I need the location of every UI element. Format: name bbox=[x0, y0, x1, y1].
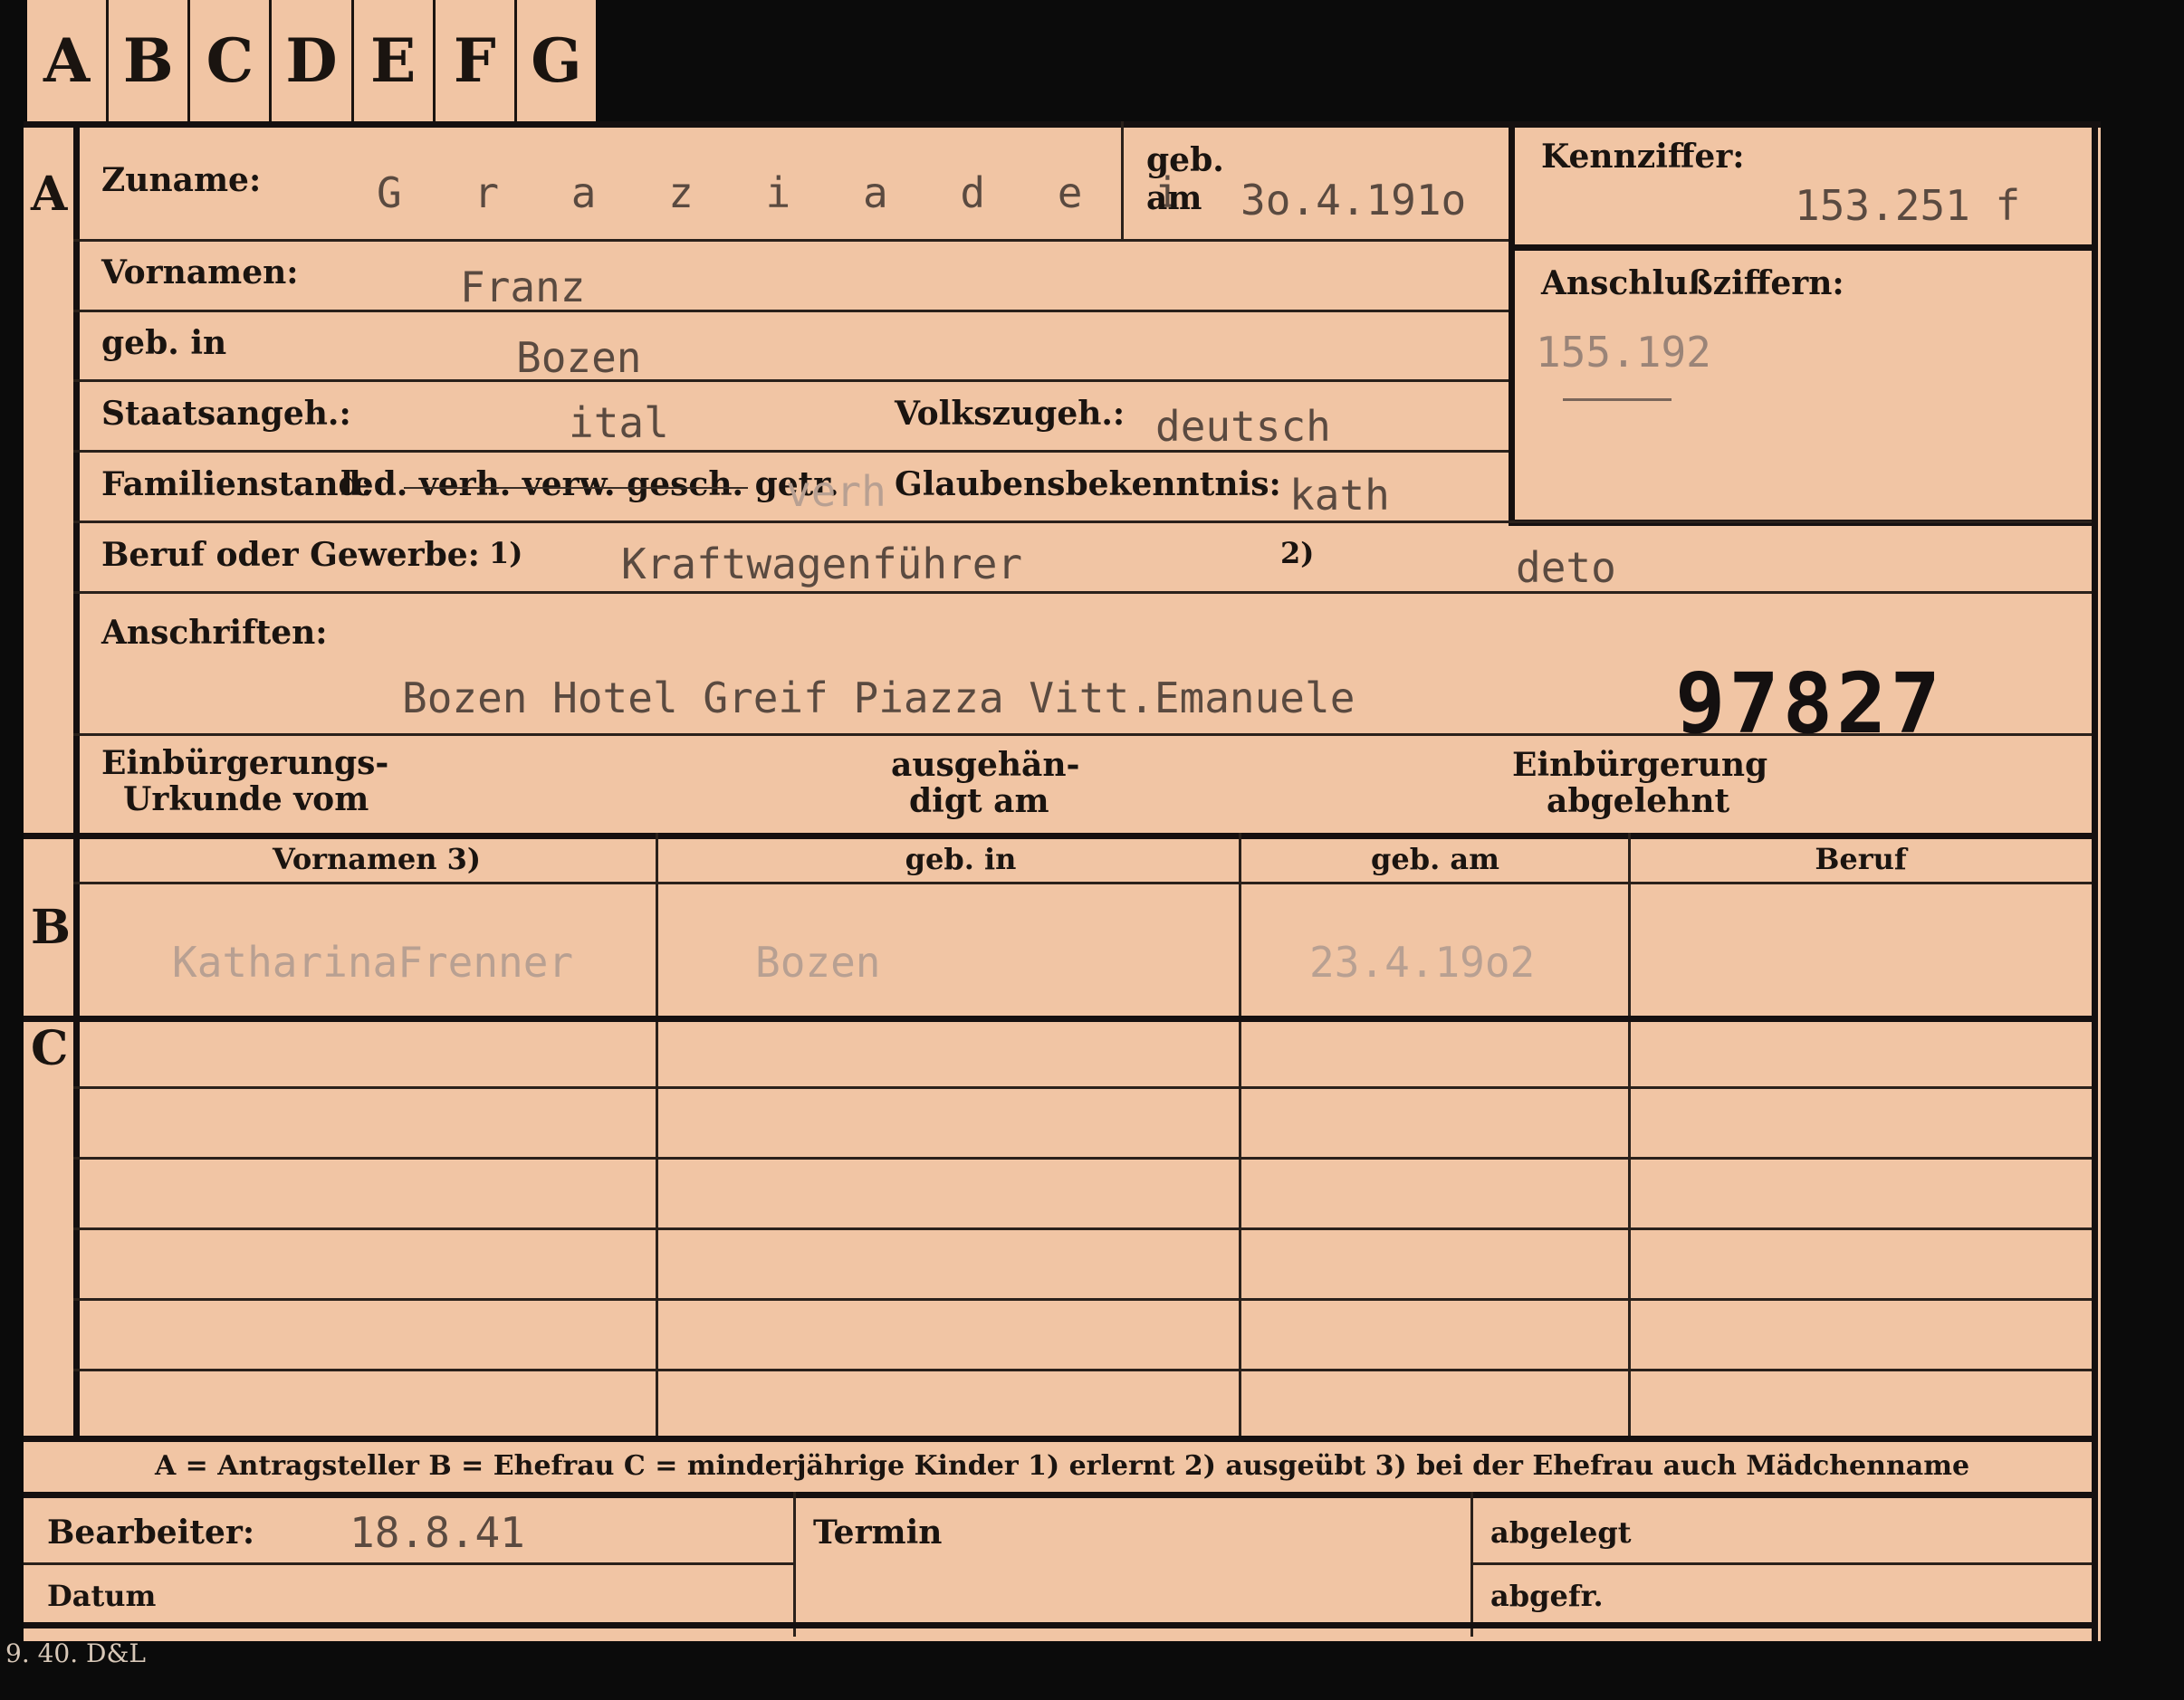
table-col-line-3 bbox=[1628, 833, 1631, 1439]
kennziffer-box-left bbox=[1509, 121, 1515, 525]
row-line-2 bbox=[73, 310, 1509, 312]
child-row-line-5 bbox=[73, 1369, 2092, 1371]
beruf-footnote-1: 1) bbox=[489, 536, 523, 570]
kennziffer-value: 153.251 f bbox=[1795, 181, 2021, 230]
table-col-line-1 bbox=[656, 833, 658, 1439]
volkszugeh-value: deutsch bbox=[1155, 402, 1331, 451]
familienstand-strikethrough bbox=[404, 487, 748, 489]
bottom-row-line-right bbox=[1470, 1562, 2092, 1565]
geb-in-value: Bozen bbox=[516, 333, 642, 382]
abgefr-label: abgefr. bbox=[1490, 1579, 1604, 1613]
beruf-ausgeuebt-value: deto bbox=[1516, 543, 1616, 592]
bearbeiter-label: Bearbeiter: bbox=[47, 1514, 255, 1552]
tab-f: F bbox=[436, 0, 517, 121]
beruf-footnote-2: 2) bbox=[1280, 536, 1315, 570]
child-row-line-1 bbox=[73, 1086, 2092, 1089]
geb-am-label-top: geb. bbox=[1146, 141, 1224, 179]
tab-e: E bbox=[354, 0, 436, 121]
col-header-beruf: Beruf bbox=[1815, 842, 1907, 876]
volkszugeh-label: Volkszugeh.: bbox=[895, 395, 1126, 433]
abgelegt-label: abgelegt bbox=[1490, 1515, 1632, 1550]
familienstand-label: Familienstand: bbox=[101, 465, 373, 503]
kennziffer-box-divider bbox=[1509, 244, 2092, 251]
col-header-vornamen: Vornamen 3) bbox=[272, 842, 482, 876]
child-row-line-3 bbox=[73, 1227, 2092, 1230]
child-row-line-4 bbox=[73, 1298, 2092, 1301]
row-line-1 bbox=[73, 239, 1509, 242]
glaubensbekenntnis-label: Glaubensbekenntnis: bbox=[895, 465, 1281, 503]
familienstand-options: led. verh. verw. gesch. getr. bbox=[340, 465, 839, 503]
einbuergerung-abgelehnt-label-2: abgelehnt bbox=[1547, 782, 1730, 820]
alphabet-tab-strip: A B C D E F G bbox=[27, 0, 596, 125]
vornamen-value: Franz bbox=[460, 263, 586, 311]
bottom-row-line-left bbox=[24, 1562, 793, 1565]
row-line-5 bbox=[73, 521, 2092, 523]
table-col-line-2 bbox=[1239, 833, 1241, 1439]
legend-top-line bbox=[24, 1436, 2092, 1442]
row-line-6 bbox=[73, 591, 2092, 594]
einbuergerung-urkunde-label-1: Einbürgerungs- bbox=[101, 744, 389, 782]
einbuergerung-abgelehnt-label-1: Einbürgerung bbox=[1512, 746, 1768, 784]
legend-bottom-line bbox=[24, 1492, 2092, 1498]
staatsangeh-label: Staatsangeh.: bbox=[101, 395, 351, 433]
ehefrau-geb-am-value: 23.4.19o2 bbox=[1309, 938, 1536, 987]
bearbeiter-value: 18.8.41 bbox=[350, 1508, 525, 1557]
glaubensbekenntnis-value: kath bbox=[1289, 471, 1390, 520]
legend: A = Antragsteller B = Ehefrau C = minder… bbox=[154, 1450, 1970, 1482]
anschrift-value: Bozen Hotel Greif Piazza Vitt.Emanuele bbox=[402, 673, 1355, 722]
anschlussziffern-value: 155.192 bbox=[1536, 328, 1711, 377]
registration-card: A B C Zuname: G r a z i a d e i geb. am … bbox=[24, 121, 2101, 1641]
geb-in-label: geb. in bbox=[101, 324, 227, 362]
zuname-label: Zuname: bbox=[101, 161, 262, 199]
anschlussziffern-label: Anschlußziffern: bbox=[1541, 264, 1844, 302]
vornamen-label: Vornamen: bbox=[101, 253, 299, 291]
zuname-divider bbox=[1121, 121, 1124, 239]
ehefrau-geb-in-value: Bozen bbox=[755, 938, 881, 987]
zuname-value: G r a z i a d e i bbox=[377, 168, 1203, 217]
child-row-line-2 bbox=[73, 1157, 2092, 1160]
frame-right bbox=[2092, 121, 2098, 1641]
row-line-3 bbox=[73, 379, 1509, 382]
tab-a: A bbox=[27, 0, 110, 121]
ehefrau-vornamen-value: KatharinaFrenner bbox=[172, 938, 574, 987]
ausgehaendigt-label-2: digt am bbox=[909, 782, 1049, 820]
beruf-label: Beruf oder Gewerbe: bbox=[101, 536, 480, 574]
section-c-letter: C bbox=[31, 1021, 69, 1076]
col-header-geb-in: geb. in bbox=[905, 842, 1017, 876]
section-b-top-line bbox=[24, 833, 2092, 839]
col-header-geb-am: geb. am bbox=[1371, 842, 1499, 876]
kennziffer-label: Kennziffer: bbox=[1541, 138, 1745, 176]
tab-g: G bbox=[531, 25, 582, 96]
tab-d: D bbox=[272, 0, 354, 121]
bottom-col-line-1 bbox=[793, 1492, 796, 1637]
staatsangeh-value: ital bbox=[569, 398, 669, 447]
tab-c: C bbox=[190, 0, 273, 121]
geb-am-label-bottom: am bbox=[1146, 179, 1202, 217]
geb-am-value: 3o.4.191o bbox=[1240, 176, 1467, 224]
beruf-erlernt-value: Kraftwagenführer bbox=[621, 540, 1023, 588]
datum-label: Datum bbox=[47, 1579, 157, 1613]
section-c-top-line bbox=[24, 1016, 2092, 1022]
anschlussziffern-underline bbox=[1563, 398, 1672, 401]
tab-b: B bbox=[109, 0, 191, 121]
file-number-stamp: 97827 bbox=[1675, 655, 1944, 752]
einbuergerung-urkunde-label-2: Urkunde vom bbox=[123, 780, 369, 818]
termin-label: Termin bbox=[813, 1514, 943, 1552]
anschriften-label: Anschriften: bbox=[101, 614, 328, 652]
frame-top bbox=[24, 121, 2101, 128]
section-margin-line bbox=[73, 121, 80, 1439]
frame-bottom bbox=[24, 1622, 2098, 1628]
table-header-line bbox=[73, 882, 2092, 884]
section-a-letter: A bbox=[31, 167, 68, 222]
familienstand-value: verh bbox=[786, 467, 886, 516]
section-b-letter: B bbox=[31, 900, 71, 955]
ausgehaendigt-label-1: ausgehän- bbox=[891, 746, 1080, 784]
print-code: 9. 40. D&L bbox=[5, 1638, 147, 1668]
